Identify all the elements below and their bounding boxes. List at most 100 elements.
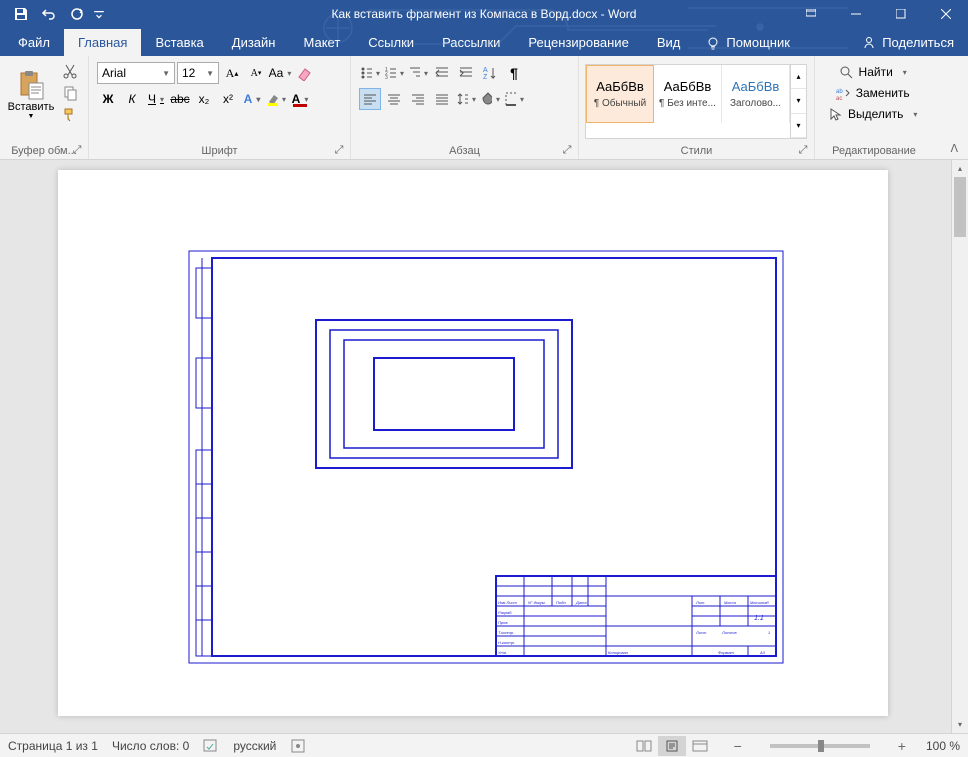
decrease-indent-button[interactable]	[431, 62, 453, 84]
text-effects-button[interactable]: A▾	[241, 88, 263, 110]
save-button[interactable]	[8, 2, 34, 26]
font-color-button[interactable]: A▾	[289, 88, 311, 110]
scroll-down-button[interactable]: ▾	[952, 716, 968, 733]
document-page: Изм ЛистN° докум.Подп.Дата Разраб.Пров.Т…	[58, 170, 888, 716]
tab-view[interactable]: Вид	[643, 29, 695, 56]
svg-text:Разраб.: Разраб.	[498, 610, 512, 615]
styles-more-button[interactable]: ▾	[791, 114, 806, 138]
redo-button[interactable]	[64, 2, 90, 26]
borders-button[interactable]: ▾	[503, 88, 525, 110]
sort-button[interactable]: AZ	[479, 62, 501, 84]
highlight-button[interactable]: ▾	[265, 88, 287, 110]
web-layout-button[interactable]	[686, 736, 714, 756]
svg-text:ac: ac	[836, 96, 842, 100]
select-button[interactable]: Выделить▾	[823, 104, 922, 124]
ribbon-options-button[interactable]	[788, 0, 833, 28]
tab-references[interactable]: Ссылки	[354, 29, 428, 56]
underline-button[interactable]: Ч▾	[145, 88, 167, 110]
zoom-slider[interactable]	[770, 744, 870, 748]
style-no-spacing[interactable]: АаБбВв ¶ Без инте...	[654, 65, 722, 123]
styles-gallery-scroll: ▴ ▾ ▾	[790, 65, 806, 138]
increase-indent-button[interactable]	[455, 62, 477, 84]
align-left-button[interactable]	[359, 88, 381, 110]
italic-button[interactable]: К	[121, 88, 143, 110]
zoom-slider-thumb[interactable]	[818, 740, 824, 752]
maximize-button[interactable]	[878, 0, 923, 28]
show-marks-button[interactable]: ¶	[503, 62, 525, 84]
superscript-button[interactable]: x²	[217, 88, 239, 110]
word-count-status[interactable]: Число слов: 0	[112, 739, 189, 753]
tab-home[interactable]: Главная	[64, 29, 141, 56]
numbering-button[interactable]: 123▾	[383, 62, 405, 84]
tab-insert[interactable]: Вставка	[141, 29, 217, 56]
tab-file[interactable]: Файл	[4, 29, 64, 56]
align-right-button[interactable]	[407, 88, 429, 110]
proofing-icon	[203, 738, 219, 754]
shading-button[interactable]: ▾	[479, 88, 501, 110]
collapse-ribbon-button[interactable]: ᐱ	[944, 140, 964, 157]
scroll-up-button[interactable]: ▴	[952, 160, 968, 177]
minimize-button[interactable]	[833, 0, 878, 28]
scroll-thumb[interactable]	[954, 177, 966, 237]
strikethrough-button[interactable]: abc	[169, 88, 191, 110]
shrink-font-button[interactable]: A▾	[245, 62, 267, 84]
tab-design[interactable]: Дизайн	[218, 29, 290, 56]
tab-mailings[interactable]: Рассылки	[428, 29, 514, 56]
styles-down-button[interactable]: ▾	[791, 89, 806, 113]
subscript-button[interactable]: x₂	[193, 88, 215, 110]
tell-me-label: Помощник	[726, 35, 790, 50]
multilevel-button[interactable]: ▾	[407, 62, 429, 84]
bullets-button[interactable]: ▾	[359, 62, 381, 84]
spellcheck-status[interactable]	[203, 738, 219, 754]
macro-status[interactable]	[290, 738, 306, 754]
style-normal[interactable]: АаБбВв ¶ Обычный	[586, 65, 654, 123]
svg-text:Масштаб: Масштаб	[750, 600, 769, 605]
tab-review[interactable]: Рецензирование	[514, 29, 642, 56]
zoom-level[interactable]: 100 %	[926, 739, 960, 753]
qat-customize-button[interactable]	[92, 2, 106, 26]
document-area[interactable]: Изм ЛистN° докум.Подп.Дата Разраб.Пров.Т…	[0, 160, 968, 733]
clipboard-launcher[interactable]: ⤢	[70, 143, 84, 157]
line-spacing-button[interactable]: ▾	[455, 88, 477, 110]
ribbon-tabs: Файл Главная Вставка Дизайн Макет Ссылки…	[0, 28, 968, 56]
group-editing: Найти▾ abac Заменить Выделить▾ Редактиро…	[815, 56, 933, 159]
replace-button[interactable]: abac Заменить	[823, 83, 922, 103]
find-button[interactable]: Найти▾	[823, 62, 922, 82]
svg-text:ab: ab	[836, 89, 843, 95]
change-case-button[interactable]: Aa▾	[269, 62, 291, 84]
bold-button[interactable]: Ж	[97, 88, 119, 110]
page-number-status[interactable]: Страница 1 из 1	[8, 739, 98, 753]
paragraph-launcher[interactable]: ⤢	[560, 143, 574, 157]
styles-launcher[interactable]: ⤢	[796, 143, 810, 157]
font-size-select[interactable]: 12▼	[177, 62, 219, 84]
svg-text:Масса: Масса	[724, 600, 737, 605]
tell-me-button[interactable]: Помощник	[694, 29, 802, 56]
format-painter-button[interactable]	[58, 104, 82, 126]
close-button[interactable]	[923, 0, 968, 28]
style-heading1[interactable]: АаБбВв Заголово...	[722, 65, 790, 123]
svg-text:1:1: 1:1	[754, 615, 764, 622]
tab-layout[interactable]: Макет	[289, 29, 354, 56]
justify-button[interactable]	[431, 88, 453, 110]
group-paragraph-label: Абзац	[449, 145, 480, 157]
font-launcher[interactable]: ⤢	[332, 143, 346, 157]
zoom-out-button[interactable]: −	[728, 738, 748, 754]
cut-button[interactable]	[58, 60, 82, 82]
undo-button[interactable]	[36, 2, 62, 26]
copy-button[interactable]	[58, 82, 82, 104]
grow-font-button[interactable]: A▴	[221, 62, 243, 84]
align-center-button[interactable]	[383, 88, 405, 110]
share-button[interactable]: Поделиться	[848, 29, 968, 56]
paste-button[interactable]: Вставить ▼	[6, 60, 56, 128]
embedded-drawing[interactable]: Изм ЛистN° докум.Подп.Дата Разраб.Пров.Т…	[188, 250, 784, 664]
font-name-select[interactable]: Arial▼	[97, 62, 175, 84]
styles-up-button[interactable]: ▴	[791, 65, 806, 89]
svg-text:Лист: Лист	[695, 630, 707, 635]
zoom-in-button[interactable]: +	[892, 738, 912, 754]
vertical-scrollbar[interactable]: ▴ ▾	[951, 160, 968, 733]
print-layout-button[interactable]	[658, 736, 686, 756]
language-status[interactable]: русский	[233, 739, 276, 753]
clear-formatting-button[interactable]	[293, 62, 315, 84]
cursor-icon	[828, 107, 842, 121]
read-mode-button[interactable]	[630, 736, 658, 756]
